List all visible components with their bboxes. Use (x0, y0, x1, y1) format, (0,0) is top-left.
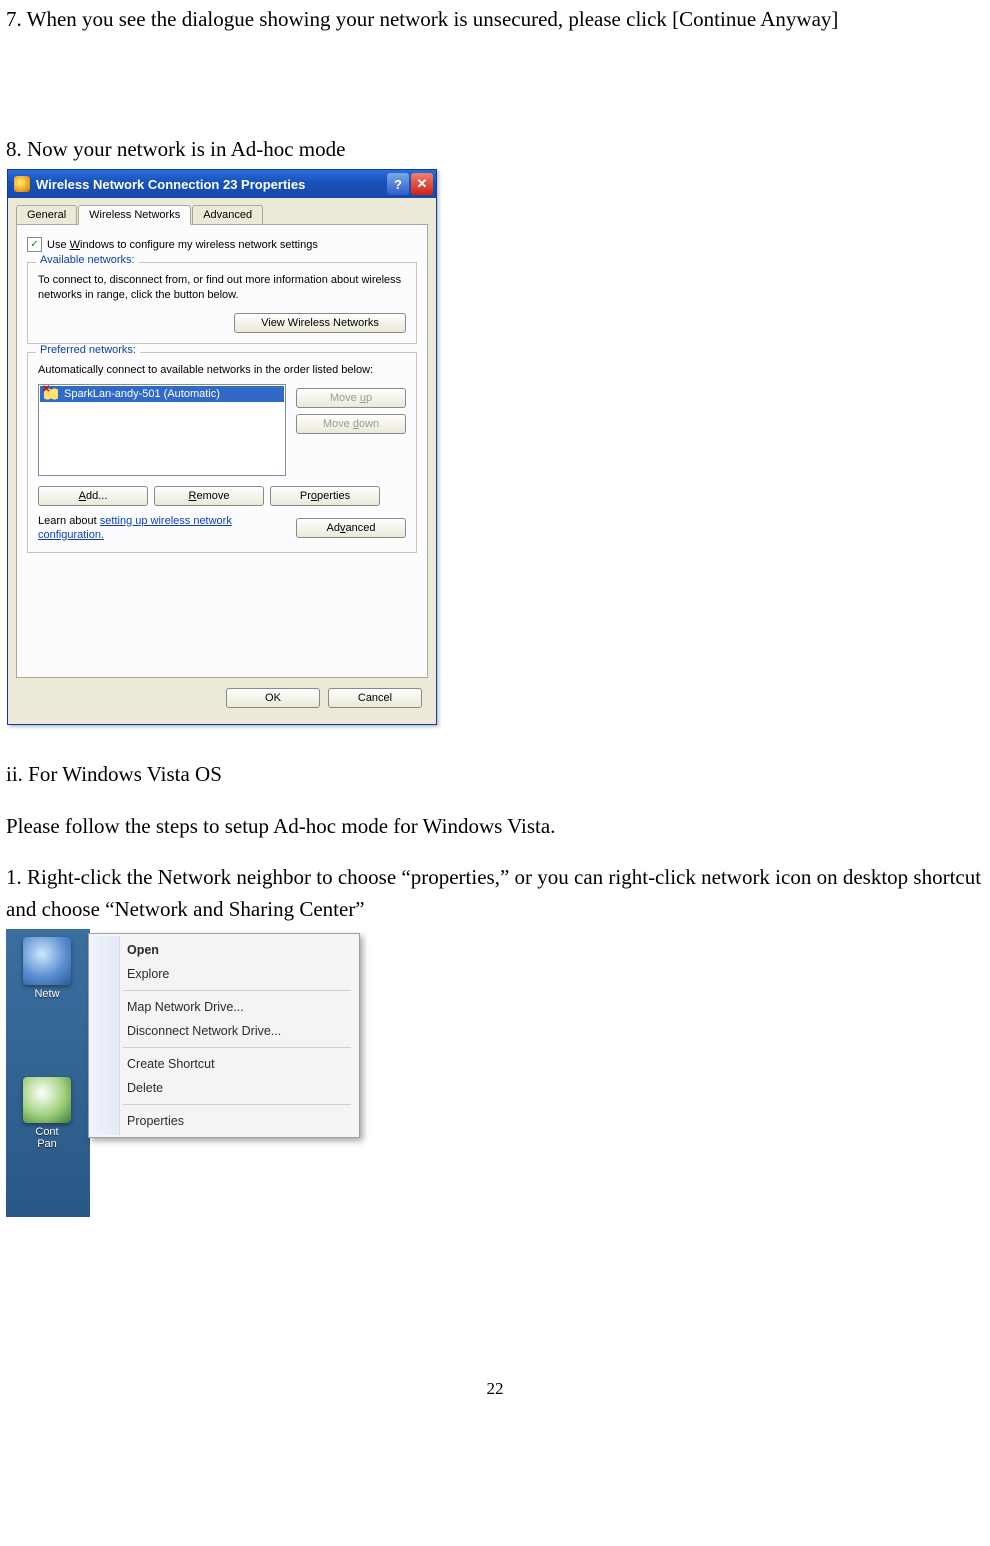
close-button[interactable]: ✕ (411, 173, 433, 195)
move-up-button[interactable]: Move up (296, 388, 406, 408)
use-windows-label: Use Windows to configure my wireless net… (47, 239, 318, 251)
menu-item-open[interactable]: Open (91, 938, 357, 962)
xp-properties-dialog: Wireless Network Connection 23 Propertie… (7, 169, 437, 725)
menu-item-create-shortcut[interactable]: Create Shortcut (91, 1052, 357, 1076)
view-wireless-networks-button[interactable]: View Wireless Networks (234, 313, 406, 333)
page-number: 22 (0, 1379, 990, 1399)
advanced-button[interactable]: Advanced (296, 518, 406, 538)
network-desktop-icon[interactable]: Netw (12, 937, 82, 1009)
control-panel-desktop-icon[interactable]: Cont Pan (12, 1077, 82, 1149)
context-menu: Open Explore Map Network Drive... Discon… (88, 933, 360, 1138)
list-item-label: SparkLan-andy-501 (Automatic) (64, 388, 220, 400)
dialog-title: Wireless Network Connection 23 Propertie… (36, 177, 305, 192)
step7-text: 7. When you see the dialogue showing you… (6, 4, 984, 36)
menu-separator (123, 1104, 351, 1105)
control-panel-icon (23, 1077, 71, 1123)
help-button[interactable]: ? (387, 173, 409, 195)
menu-item-explore[interactable]: Explore (91, 962, 357, 986)
available-networks-group: Available networks: To connect to, disco… (27, 262, 417, 344)
move-down-button[interactable]: Move down (296, 414, 406, 434)
preferred-networks-group: Preferred networks: Automatically connec… (27, 352, 417, 553)
preferred-networks-legend: Preferred networks: (36, 344, 140, 356)
list-item[interactable]: SparkLan-andy-501 (Automatic) (40, 386, 284, 402)
vista-step1-text: 1. Right-click the Network neighbor to c… (6, 862, 984, 925)
preferred-networks-listbox[interactable]: SparkLan-andy-501 (Automatic) (38, 384, 286, 476)
tab-bar: General Wireless Networks Advanced (16, 204, 428, 225)
available-networks-legend: Available networks: (36, 254, 139, 266)
available-networks-note: To connect to, disconnect from, or find … (38, 273, 406, 303)
network-icon (23, 937, 71, 985)
tab-general[interactable]: General (16, 205, 77, 225)
cancel-button[interactable]: Cancel (328, 688, 422, 708)
preferred-networks-note: Automatically connect to available netwo… (38, 363, 406, 378)
wireless-icon (14, 176, 30, 192)
tab-advanced[interactable]: Advanced (192, 205, 263, 225)
section-ii-intro: Please follow the steps to setup Ad-hoc … (6, 811, 984, 843)
vista-desktop: Netw Cont Pan (6, 929, 90, 1217)
ok-button[interactable]: OK (226, 688, 320, 708)
control-panel-icon-label: Cont Pan (11, 1126, 83, 1149)
section-ii-heading: ii. For Windows Vista OS (6, 759, 984, 791)
menu-item-disconnect-drive[interactable]: Disconnect Network Drive... (91, 1019, 357, 1043)
step8-text: 8. Now your network is in Ad-hoc mode (6, 134, 984, 166)
menu-separator (123, 1047, 351, 1048)
tab-wireless-networks[interactable]: Wireless Networks (78, 205, 191, 225)
learn-about-text: Learn about setting up wireless network … (38, 514, 286, 543)
menu-separator (123, 990, 351, 991)
use-windows-checkbox-row[interactable]: ✓ Use Windows to configure my wireless n… (27, 237, 417, 252)
menu-item-delete[interactable]: Delete (91, 1076, 357, 1100)
menu-item-map-drive[interactable]: Map Network Drive... (91, 995, 357, 1019)
tab-panel-wireless: ✓ Use Windows to configure my wireless n… (16, 224, 428, 678)
remove-button[interactable]: Remove (154, 486, 264, 506)
properties-button[interactable]: Properties (270, 486, 380, 506)
menu-item-properties[interactable]: Properties (91, 1109, 357, 1133)
adhoc-icon (44, 388, 58, 400)
xp-titlebar: Wireless Network Connection 23 Propertie… (8, 170, 436, 198)
add-button[interactable]: Add... (38, 486, 148, 506)
vista-context-screenshot: Netw Cont Pan Open Explore Map Network D… (6, 929, 358, 1219)
network-icon-label: Netw (11, 988, 83, 1000)
checkbox-icon[interactable]: ✓ (27, 237, 42, 252)
